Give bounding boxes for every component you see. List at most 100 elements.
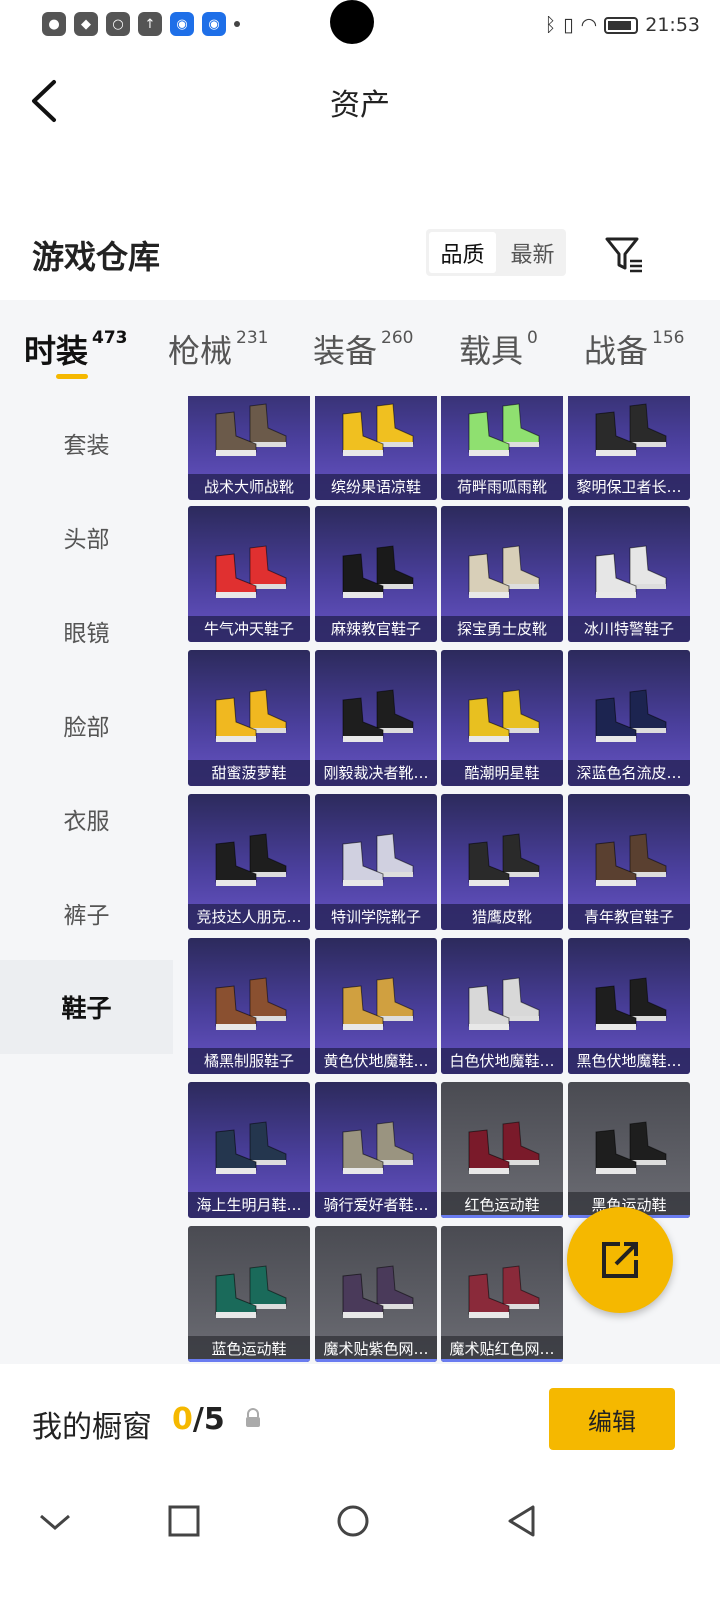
item-card[interactable]: 蓝色运动鞋 <box>188 1226 310 1362</box>
item-card[interactable]: 冰川特警鞋子 <box>568 506 690 642</box>
shoe-icon <box>595 689 667 742</box>
item-card[interactable]: 牛气冲天鞋子 <box>188 506 310 642</box>
item-name: 深蓝色名流皮… <box>568 760 690 786</box>
recents-icon[interactable] <box>167 1504 201 1538</box>
item-name: 麻辣教官鞋子 <box>315 616 437 642</box>
item-name: 冰川特警鞋子 <box>568 616 690 642</box>
item-name: 刚毅裁决者靴… <box>315 760 437 786</box>
item-card[interactable]: 黎明保卫者长… <box>568 396 690 500</box>
tab-vehicles[interactable]: 载具 0 <box>459 326 538 372</box>
bluetooth-icon: ᛒ <box>544 14 557 36</box>
sort-quality[interactable]: 品质 <box>429 232 496 273</box>
tab-equipment[interactable]: 装备 260 <box>313 326 413 372</box>
showcase-bar: 我的橱窗 0/5 编辑 <box>0 1364 720 1476</box>
shoe-icon <box>468 977 540 1030</box>
clock: 21:53 <box>645 14 700 36</box>
shoe-icon <box>342 977 414 1030</box>
share-button[interactable] <box>567 1207 673 1313</box>
item-card[interactable]: 猎鹰皮靴 <box>441 794 563 930</box>
item-card[interactable]: 探宝勇士皮靴 <box>441 506 563 642</box>
item-name: 牛气冲天鞋子 <box>188 616 310 642</box>
tab-supplies[interactable]: 战备 156 <box>584 326 684 372</box>
home-icon[interactable] <box>336 1504 370 1538</box>
item-card[interactable]: 特训学院靴子 <box>315 794 437 930</box>
sidebar-item-clothes[interactable]: 衣服 <box>0 772 173 866</box>
item-card[interactable]: 白色伏地魔鞋… <box>441 938 563 1074</box>
back-nav-icon[interactable] <box>506 1504 538 1538</box>
item-card[interactable]: 海上生明月鞋… <box>188 1082 310 1218</box>
item-card[interactable]: 黑色伏地魔鞋… <box>568 938 690 1074</box>
vibrate-icon: ▯ <box>563 14 574 36</box>
item-card[interactable]: 缤纷果语凉鞋 <box>315 396 437 500</box>
item-name: 竞技达人朋克… <box>188 904 310 930</box>
shoe-icon <box>595 977 667 1030</box>
share-icon <box>602 1242 638 1278</box>
tab-fashion[interactable]: 时装 473 <box>24 326 128 372</box>
edit-button[interactable]: 编辑 <box>549 1388 675 1450</box>
search-app-icon: ○ <box>106 12 130 36</box>
shoe-icon <box>595 833 667 886</box>
item-card[interactable]: 魔术贴红色网… <box>441 1226 563 1362</box>
shoe-icon <box>215 403 287 456</box>
item-card[interactable]: 刚毅裁决者靴… <box>315 650 437 786</box>
tab-guns[interactable]: 枪械 231 <box>168 326 268 372</box>
sidebar: 套装 头部 眼镜 脸部 衣服 裤子 鞋子 <box>0 396 173 1364</box>
item-card[interactable]: 酷潮明星鞋 <box>441 650 563 786</box>
item-card[interactable]: 竞技达人朋克… <box>188 794 310 930</box>
sidebar-item-head[interactable]: 头部 <box>0 490 173 584</box>
warehouse-title: 游戏仓库 <box>32 238 161 276</box>
shoe-icon <box>215 1265 287 1318</box>
sort-toggle: 品质 最新 <box>426 229 566 276</box>
more-dot-icon <box>234 21 240 27</box>
sidebar-item-pants[interactable]: 裤子 <box>0 866 173 960</box>
item-name: 酷潮明星鞋 <box>441 760 563 786</box>
item-card[interactable]: 红色运动鞋 <box>441 1082 563 1218</box>
collapse-chevron-icon[interactable] <box>38 1510 72 1534</box>
tab-label: 装备 <box>313 332 378 370</box>
shoe-icon <box>468 403 540 456</box>
item-card[interactable]: 麻辣教官鞋子 <box>315 506 437 642</box>
item-name: 橘黑制服鞋子 <box>188 1048 310 1074</box>
shoe-icon <box>468 1265 540 1318</box>
tab-label: 载具 <box>459 332 524 370</box>
item-card[interactable]: 骑行爱好者鞋… <box>315 1082 437 1218</box>
tab-count: 156 <box>652 328 685 348</box>
showcase-count: 0/5 <box>172 1402 225 1437</box>
shoe-icon <box>595 1121 667 1174</box>
shoe-icon <box>342 545 414 598</box>
page-title: 资产 <box>330 88 390 123</box>
upload-icon: ↑ <box>138 12 162 36</box>
system-icons: ᛒ ▯ ◠ 21:53 <box>545 14 700 36</box>
navigation-bar <box>0 1476 720 1600</box>
tab-indicator <box>56 374 88 379</box>
shoe-icon <box>215 977 287 1030</box>
item-card[interactable]: 深蓝色名流皮… <box>568 650 690 786</box>
shoe-icon <box>215 1121 287 1174</box>
wechat-icon: ● <box>42 12 66 36</box>
shoe-icon <box>342 1265 414 1318</box>
item-name: 海上生明月鞋… <box>188 1192 310 1218</box>
item-card[interactable]: 荷畔雨呱雨靴 <box>441 396 563 500</box>
item-card[interactable]: 甜蜜菠萝鞋 <box>188 650 310 786</box>
sort-latest[interactable]: 最新 <box>499 229 566 276</box>
sidebar-item-face[interactable]: 脸部 <box>0 678 173 772</box>
notification-icons: ● ◆ ○ ↑ ◉ ◉ <box>42 12 240 36</box>
item-card[interactable]: 黄色伏地魔鞋… <box>315 938 437 1074</box>
item-underline <box>441 1359 563 1362</box>
item-card[interactable]: 魔术贴紫色网… <box>315 1226 437 1362</box>
item-card[interactable]: 橘黑制服鞋子 <box>188 938 310 1074</box>
asset-screen: ● ◆ ○ ↑ ◉ ◉ ᛒ ▯ ◠ 21:53 资产 游戏仓库 品质 最新 时装… <box>0 0 720 1600</box>
shoe-icon <box>595 403 667 456</box>
sidebar-item-glasses[interactable]: 眼镜 <box>0 584 173 678</box>
sidebar-item-shoes[interactable]: 鞋子 <box>0 960 173 1054</box>
shoe-icon <box>342 403 414 456</box>
item-card[interactable]: 青年教官鞋子 <box>568 794 690 930</box>
battery-icon <box>604 16 639 34</box>
filter-icon[interactable] <box>604 234 644 274</box>
item-card[interactable]: 黑色运动鞋 <box>568 1082 690 1218</box>
item-name: 战术大师战靴 <box>188 474 310 500</box>
item-name: 探宝勇士皮靴 <box>441 616 563 642</box>
shoe-icon <box>468 689 540 742</box>
sidebar-item-suit[interactable]: 套装 <box>0 396 173 490</box>
item-card[interactable]: 战术大师战靴 <box>188 396 310 500</box>
